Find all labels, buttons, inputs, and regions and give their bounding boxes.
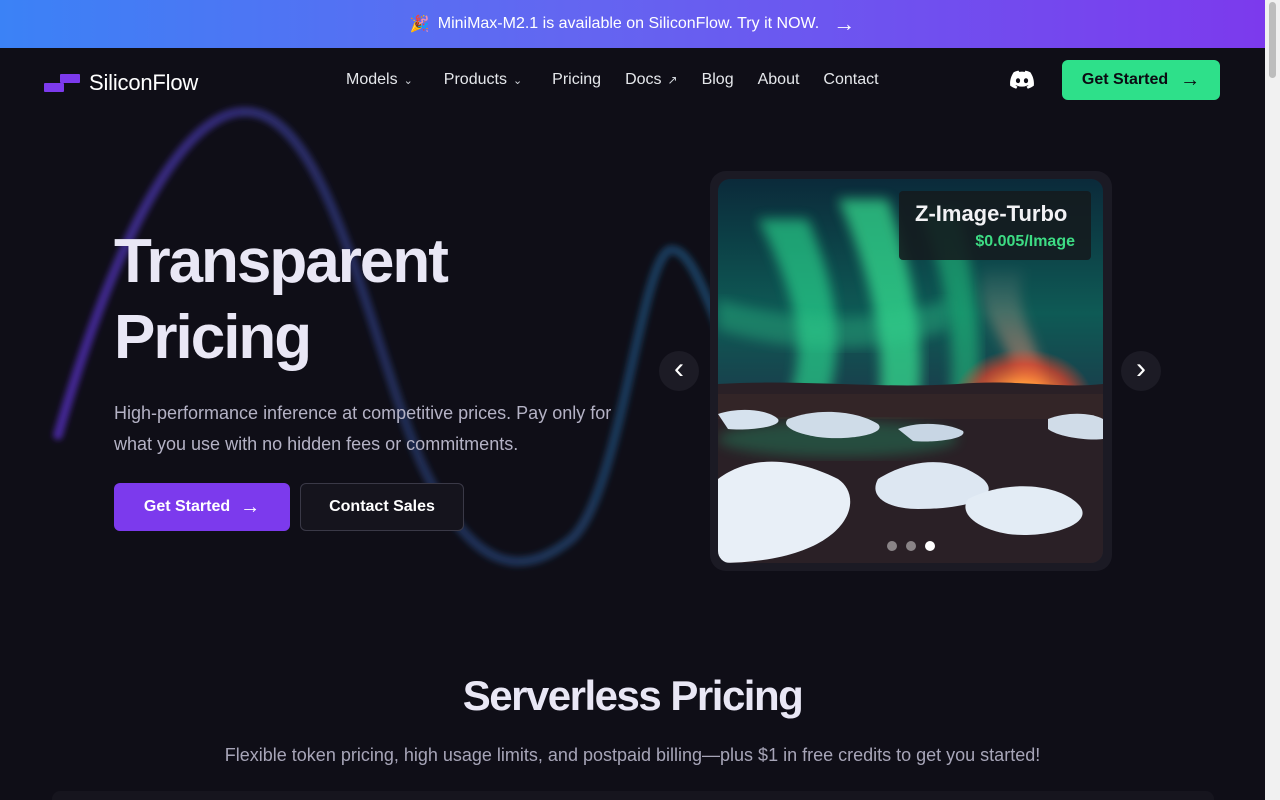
model-name: Z-Image-Turbo	[915, 201, 1068, 226]
logo-text: SiliconFlow	[89, 70, 199, 95]
nav-item-label: Pricing	[552, 71, 602, 88]
nav-get-started-button[interactable]: Get Started →	[1062, 60, 1220, 100]
button-label: Get Started	[143, 498, 231, 515]
chevron-down-icon: ⌄	[403, 74, 413, 87]
nav-item-docs[interactable]: Docs ↗	[625, 71, 678, 89]
nav-item-products[interactable]: Products ⌄	[444, 71, 522, 89]
page-scrollbar[interactable]	[1265, 0, 1280, 800]
logo-mark-icon	[44, 74, 80, 92]
nav-item-pricing[interactable]: Pricing	[552, 71, 601, 89]
model-price: $0.005/Image	[975, 233, 1075, 250]
carousel-dot[interactable]	[887, 541, 897, 551]
main-menu: Models ⌄ Products ⌄ Pricing Docs ↗ Blog …	[346, 71, 879, 89]
hero-title: Transparent Pricing	[114, 224, 634, 376]
contact-sales-button[interactable]: Contact Sales	[300, 483, 464, 531]
hero-title-line: Pricing	[114, 303, 312, 372]
hero-subtitle: High-performance inference at competitiv…	[114, 403, 612, 454]
nav-item-label: Products	[443, 71, 507, 88]
announcement-text: MiniMax-M2.1 is available on SiliconFlow…	[437, 15, 820, 32]
nav-item-label: Docs	[625, 71, 662, 88]
nav-item-models[interactable]: Models ⌄	[346, 71, 413, 89]
nav-item-label: About	[757, 71, 800, 88]
carousel-prev-button[interactable]: ‹	[659, 351, 699, 391]
button-label: Contact Sales	[329, 498, 435, 515]
arrow-right-icon: →	[833, 11, 856, 36]
logo[interactable]: SiliconFlow	[44, 70, 198, 96]
chevron-down-icon: ⌄	[512, 74, 523, 87]
chevron-right-icon: ›	[1136, 352, 1146, 385]
chevron-left-icon: ‹	[674, 352, 684, 385]
pricing-table-container	[52, 791, 1214, 800]
nav-item-about[interactable]: About	[758, 71, 800, 89]
arrow-right-icon: →	[240, 495, 261, 518]
discord-icon[interactable]	[1010, 70, 1034, 90]
serverless-pricing-title: Serverless Pricing	[462, 672, 804, 719]
scrollbar-thumb[interactable]	[1269, 2, 1276, 78]
announcement-banner[interactable]: 🎉 MiniMax-M2.1 is available on SiliconFl…	[0, 0, 1265, 48]
nav-item-contact[interactable]: Contact	[823, 71, 878, 89]
carousel-dots	[876, 536, 946, 556]
party-popper-icon: 🎉	[409, 16, 430, 33]
nav-item-blog[interactable]: Blog	[702, 71, 734, 89]
carousel-dot-active[interactable]	[925, 541, 935, 551]
carousel-dot[interactable]	[906, 541, 916, 551]
arrow-right-icon: →	[1180, 68, 1201, 91]
nav-item-label: Contact	[823, 71, 879, 88]
serverless-pricing-subtitle: Flexible token pricing, high usage limit…	[224, 745, 1041, 765]
button-label: Get Started	[1081, 71, 1169, 88]
external-link-icon: ↗	[667, 73, 678, 87]
hero-get-started-button[interactable]: Get Started →	[114, 483, 290, 531]
hero-title-line: Transparent	[114, 227, 449, 296]
nav-item-label: Blog	[701, 71, 734, 88]
model-price-card: Z-Image-Turbo $0.005/Image	[899, 191, 1091, 260]
nav-item-label: Models	[346, 71, 398, 88]
carousel-next-button[interactable]: ›	[1121, 351, 1161, 391]
